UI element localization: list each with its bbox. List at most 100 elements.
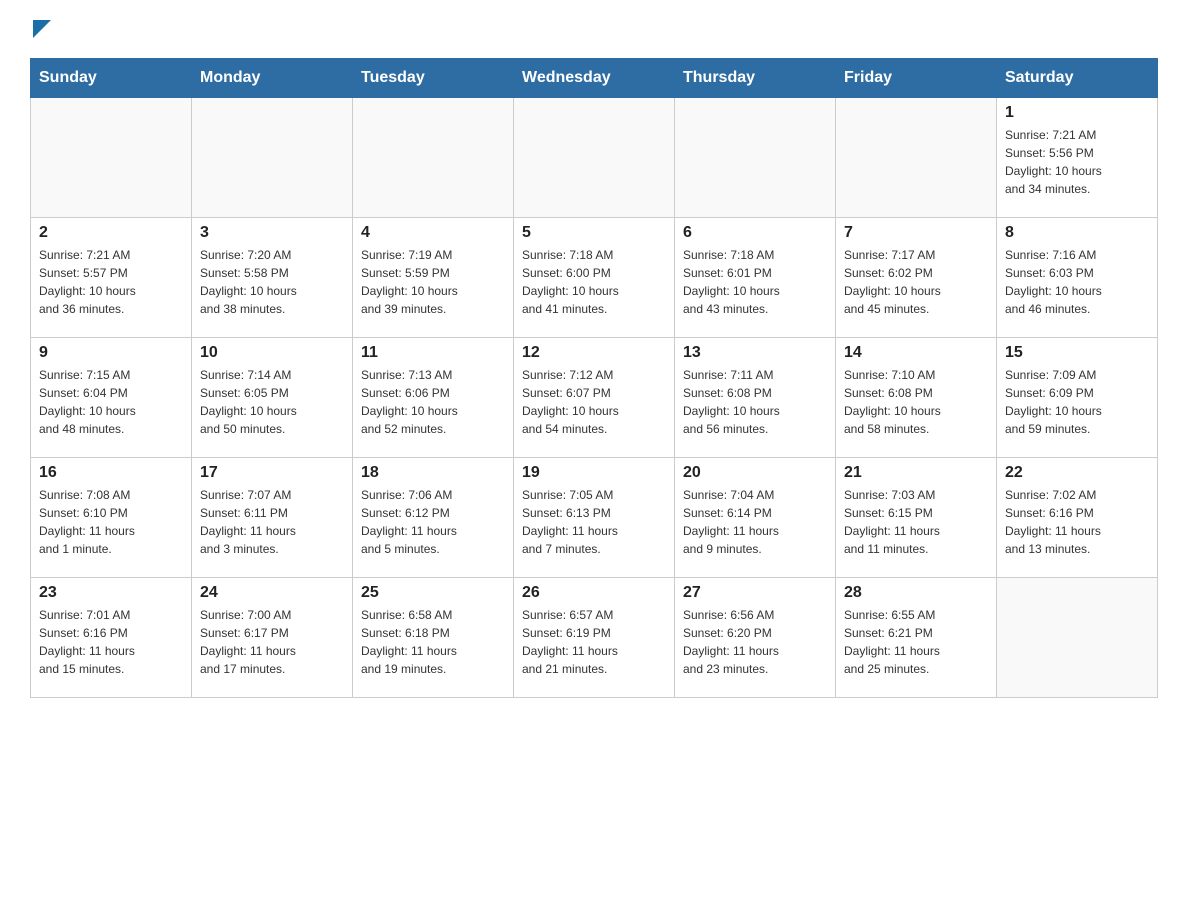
calendar-week-row: 2 Sunrise: 7:21 AM Sunset: 5:57 PM Daylig…: [31, 218, 1158, 338]
calendar-header-row: SundayMondayTuesdayWednesdayThursdayFrid…: [31, 59, 1158, 98]
day-number: 15: [1005, 344, 1149, 362]
day-of-week-header: Monday: [192, 59, 353, 98]
day-number: 23: [39, 584, 183, 602]
calendar-day-cell: [675, 98, 836, 218]
day-number: 3: [200, 224, 344, 242]
calendar-day-cell: 20 Sunrise: 7:04 AM Sunset: 6:14 PM Dayli…: [675, 458, 836, 578]
calendar-day-cell: 1 Sunrise: 7:21 AM Sunset: 5:56 PM Daylig…: [997, 98, 1158, 218]
day-number: 1: [1005, 104, 1149, 122]
calendar-day-cell: 19 Sunrise: 7:05 AM Sunset: 6:13 PM Dayli…: [514, 458, 675, 578]
day-info: Sunrise: 7:10 AM Sunset: 6:08 PM Dayligh…: [844, 366, 988, 438]
day-number: 13: [683, 344, 827, 362]
day-info: Sunrise: 6:55 AM Sunset: 6:21 PM Dayligh…: [844, 606, 988, 678]
calendar-day-cell: 17 Sunrise: 7:07 AM Sunset: 6:11 PM Dayli…: [192, 458, 353, 578]
calendar-day-cell: 25 Sunrise: 6:58 AM Sunset: 6:18 PM Dayli…: [353, 578, 514, 698]
calendar-week-row: 1 Sunrise: 7:21 AM Sunset: 5:56 PM Daylig…: [31, 98, 1158, 218]
day-info: Sunrise: 7:06 AM Sunset: 6:12 PM Dayligh…: [361, 486, 505, 558]
day-number: 28: [844, 584, 988, 602]
day-info: Sunrise: 7:19 AM Sunset: 5:59 PM Dayligh…: [361, 246, 505, 318]
day-number: 19: [522, 464, 666, 482]
day-number: 26: [522, 584, 666, 602]
day-info: Sunrise: 7:12 AM Sunset: 6:07 PM Dayligh…: [522, 366, 666, 438]
day-info: Sunrise: 7:20 AM Sunset: 5:58 PM Dayligh…: [200, 246, 344, 318]
day-number: 24: [200, 584, 344, 602]
day-number: 18: [361, 464, 505, 482]
day-number: 7: [844, 224, 988, 242]
calendar-day-cell: [31, 98, 192, 218]
logo-triangle-icon: [33, 20, 51, 38]
day-info: Sunrise: 6:56 AM Sunset: 6:20 PM Dayligh…: [683, 606, 827, 678]
calendar-day-cell: 2 Sunrise: 7:21 AM Sunset: 5:57 PM Daylig…: [31, 218, 192, 338]
day-info: Sunrise: 7:02 AM Sunset: 6:16 PM Dayligh…: [1005, 486, 1149, 558]
calendar-day-cell: 8 Sunrise: 7:16 AM Sunset: 6:03 PM Daylig…: [997, 218, 1158, 338]
day-number: 22: [1005, 464, 1149, 482]
calendar-day-cell: 27 Sunrise: 6:56 AM Sunset: 6:20 PM Dayli…: [675, 578, 836, 698]
calendar-day-cell: 5 Sunrise: 7:18 AM Sunset: 6:00 PM Daylig…: [514, 218, 675, 338]
day-number: 11: [361, 344, 505, 362]
calendar-day-cell: 7 Sunrise: 7:17 AM Sunset: 6:02 PM Daylig…: [836, 218, 997, 338]
day-of-week-header: Tuesday: [353, 59, 514, 98]
day-number: 9: [39, 344, 183, 362]
page-header: [30, 20, 1158, 40]
day-of-week-header: Friday: [836, 59, 997, 98]
day-number: 27: [683, 584, 827, 602]
calendar-day-cell: 23 Sunrise: 7:01 AM Sunset: 6:16 PM Dayli…: [31, 578, 192, 698]
day-number: 21: [844, 464, 988, 482]
day-of-week-header: Sunday: [31, 59, 192, 98]
day-info: Sunrise: 7:09 AM Sunset: 6:09 PM Dayligh…: [1005, 366, 1149, 438]
calendar-day-cell: 22 Sunrise: 7:02 AM Sunset: 6:16 PM Dayli…: [997, 458, 1158, 578]
calendar-day-cell: [353, 98, 514, 218]
day-info: Sunrise: 7:21 AM Sunset: 5:57 PM Dayligh…: [39, 246, 183, 318]
day-info: Sunrise: 7:00 AM Sunset: 6:17 PM Dayligh…: [200, 606, 344, 678]
calendar-day-cell: 10Sunrise: 7:14 AM Sunset: 6:05 PM Dayli…: [192, 338, 353, 458]
day-number: 10: [200, 344, 344, 362]
day-number: 6: [683, 224, 827, 242]
calendar-day-cell: 6 Sunrise: 7:18 AM Sunset: 6:01 PM Daylig…: [675, 218, 836, 338]
day-info: Sunrise: 7:18 AM Sunset: 6:00 PM Dayligh…: [522, 246, 666, 318]
day-of-week-header: Thursday: [675, 59, 836, 98]
day-info: Sunrise: 6:57 AM Sunset: 6:19 PM Dayligh…: [522, 606, 666, 678]
calendar-day-cell: 16 Sunrise: 7:08 AM Sunset: 6:10 PM Dayli…: [31, 458, 192, 578]
calendar-day-cell: 12Sunrise: 7:12 AM Sunset: 6:07 PM Dayli…: [514, 338, 675, 458]
day-info: Sunrise: 7:04 AM Sunset: 6:14 PM Dayligh…: [683, 486, 827, 558]
calendar-day-cell: 26 Sunrise: 6:57 AM Sunset: 6:19 PM Dayli…: [514, 578, 675, 698]
calendar-day-cell: 4 Sunrise: 7:19 AM Sunset: 5:59 PM Daylig…: [353, 218, 514, 338]
calendar-day-cell: 24 Sunrise: 7:00 AM Sunset: 6:17 PM Dayli…: [192, 578, 353, 698]
day-number: 14: [844, 344, 988, 362]
day-info: Sunrise: 7:07 AM Sunset: 6:11 PM Dayligh…: [200, 486, 344, 558]
day-info: Sunrise: 7:08 AM Sunset: 6:10 PM Dayligh…: [39, 486, 183, 558]
day-info: Sunrise: 7:05 AM Sunset: 6:13 PM Dayligh…: [522, 486, 666, 558]
day-info: Sunrise: 7:13 AM Sunset: 6:06 PM Dayligh…: [361, 366, 505, 438]
day-info: Sunrise: 7:15 AM Sunset: 6:04 PM Dayligh…: [39, 366, 183, 438]
calendar-day-cell: 9 Sunrise: 7:15 AM Sunset: 6:04 PM Daylig…: [31, 338, 192, 458]
day-number: 2: [39, 224, 183, 242]
calendar-day-cell: [836, 98, 997, 218]
calendar-day-cell: 14 Sunrise: 7:10 AM Sunset: 6:08 PM Dayli…: [836, 338, 997, 458]
calendar-day-cell: 15 Sunrise: 7:09 AM Sunset: 6:09 PM Dayli…: [997, 338, 1158, 458]
calendar-week-row: 23 Sunrise: 7:01 AM Sunset: 6:16 PM Dayli…: [31, 578, 1158, 698]
calendar-day-cell: 21Sunrise: 7:03 AM Sunset: 6:15 PM Dayli…: [836, 458, 997, 578]
calendar-day-cell: 3 Sunrise: 7:20 AM Sunset: 5:58 PM Daylig…: [192, 218, 353, 338]
day-number: 20: [683, 464, 827, 482]
calendar-day-cell: [997, 578, 1158, 698]
day-number: 17: [200, 464, 344, 482]
day-info: Sunrise: 7:11 AM Sunset: 6:08 PM Dayligh…: [683, 366, 827, 438]
calendar-day-cell: 13 Sunrise: 7:11 AM Sunset: 6:08 PM Dayli…: [675, 338, 836, 458]
day-number: 8: [1005, 224, 1149, 242]
day-of-week-header: Wednesday: [514, 59, 675, 98]
calendar-week-row: 16 Sunrise: 7:08 AM Sunset: 6:10 PM Dayli…: [31, 458, 1158, 578]
day-info: Sunrise: 7:17 AM Sunset: 6:02 PM Dayligh…: [844, 246, 988, 318]
day-of-week-header: Saturday: [997, 59, 1158, 98]
calendar-day-cell: 11 Sunrise: 7:13 AM Sunset: 6:06 PM Dayli…: [353, 338, 514, 458]
day-number: 25: [361, 584, 505, 602]
calendar-table: SundayMondayTuesdayWednesdayThursdayFrid…: [30, 58, 1158, 698]
day-info: Sunrise: 7:18 AM Sunset: 6:01 PM Dayligh…: [683, 246, 827, 318]
day-number: 16: [39, 464, 183, 482]
day-info: Sunrise: 6:58 AM Sunset: 6:18 PM Dayligh…: [361, 606, 505, 678]
day-info: Sunrise: 7:21 AM Sunset: 5:56 PM Dayligh…: [1005, 126, 1149, 198]
day-number: 5: [522, 224, 666, 242]
day-info: Sunrise: 7:01 AM Sunset: 6:16 PM Dayligh…: [39, 606, 183, 678]
day-info: Sunrise: 7:16 AM Sunset: 6:03 PM Dayligh…: [1005, 246, 1149, 318]
logo: [30, 20, 51, 40]
day-number: 4: [361, 224, 505, 242]
